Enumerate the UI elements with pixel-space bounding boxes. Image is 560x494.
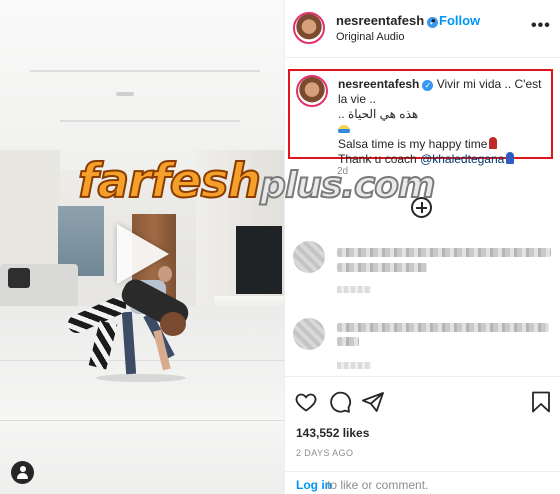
caption-line-3: Salsa time is my happy time: [338, 137, 488, 151]
scene-ceiling-light: [116, 92, 134, 96]
play-icon[interactable]: [117, 224, 169, 284]
post-header: nesreentafesh ✓ • Follow Original Audio •…: [285, 0, 560, 58]
login-prompt-text: to like or comment.: [327, 478, 429, 492]
sunset-emoji-icon: [338, 125, 350, 133]
header-separator: •: [431, 13, 436, 28]
list-item: [285, 318, 560, 378]
post-date[interactable]: 2 DAYS AGO: [296, 448, 353, 458]
scene-floor-line: [0, 420, 284, 421]
list-item: [285, 241, 560, 301]
verified-icon: ✓: [422, 80, 434, 91]
audio-label[interactable]: Original Audio: [336, 31, 405, 43]
scene-ceiling-line: [60, 120, 240, 122]
post-media[interactable]: [0, 0, 284, 494]
scene-ceiling-line: [30, 70, 260, 72]
comment-avatar[interactable]: [293, 318, 325, 350]
comment-avatar[interactable]: [293, 241, 325, 273]
more-options-icon[interactable]: •••: [531, 17, 551, 35]
user-tag-icon[interactable]: [11, 461, 34, 484]
comment-meta-obscured: [337, 362, 371, 369]
caption-highlight: nesreentafesh ✓ Vivir mi vida .. C'est la…: [288, 69, 553, 166]
dancer-emoji-icon: [506, 152, 515, 164]
comment-text-obscured: [337, 323, 549, 332]
scene-ceiling: [0, 0, 284, 170]
follow-button[interactable]: Follow: [439, 13, 480, 28]
share-icon[interactable]: [361, 390, 385, 414]
watermark-part-1: farfesh: [77, 153, 262, 210]
watermark: farfeshplus.com: [77, 153, 437, 210]
heart-icon[interactable]: [294, 390, 318, 414]
post-actions: 143,552 likes 2 DAYS AGO Log in to like …: [285, 376, 560, 493]
watermark-part-2: plus.com: [259, 164, 436, 207]
caption-username[interactable]: nesreentafesh: [338, 77, 419, 91]
avatar[interactable]: [293, 12, 325, 44]
comment-icon[interactable]: [328, 390, 352, 414]
comment-meta-obscured: [337, 286, 371, 293]
dancer-emoji-icon: [489, 137, 498, 149]
post-panel: nesreentafesh ✓ • Follow Original Audio •…: [284, 0, 560, 494]
comment-text-obscured: [337, 248, 551, 257]
likes-count[interactable]: 143,552 likes: [296, 426, 369, 440]
comment-text-obscured: [337, 337, 359, 346]
post-username[interactable]: nesreentafesh ✓: [336, 13, 439, 28]
comment-text-obscured: [337, 263, 427, 272]
bookmark-icon[interactable]: [529, 390, 553, 414]
caption-avatar[interactable]: [296, 75, 328, 107]
login-prompt: Log in to like or comment.: [285, 471, 560, 493]
caption-line-arabic: هذه هي الحياة ..: [338, 107, 419, 121]
scene-tv: [236, 226, 282, 294]
scene-cushion: [8, 268, 30, 288]
